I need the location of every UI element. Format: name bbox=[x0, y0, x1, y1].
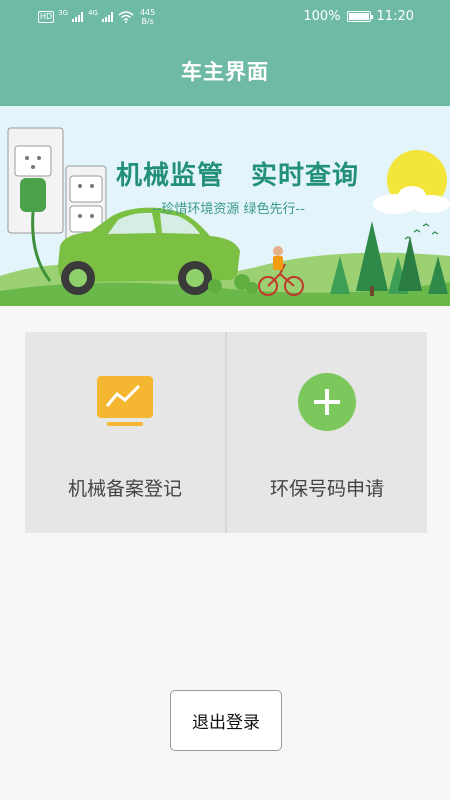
eco-number-application-label: 环保号码申请 bbox=[269, 478, 384, 500]
network-speed-unit: B/s bbox=[141, 17, 154, 26]
network-speed: 445 B/s bbox=[140, 8, 155, 26]
banner-headline: 机械监管 实时查询 bbox=[116, 161, 360, 191]
network-4g-label: 4G bbox=[88, 9, 98, 17]
hd-badge: HD bbox=[38, 11, 55, 23]
battery-icon bbox=[346, 11, 373, 22]
wifi-icon bbox=[118, 11, 134, 23]
status-left: HD 3G 4G 445 B/s bbox=[38, 8, 155, 26]
banner-slogan: --珍惜环境资源 绿色先行-- bbox=[152, 202, 305, 217]
clock-time: 11:20 bbox=[376, 9, 414, 24]
machinery-registration-tile[interactable]: 机械备案登记 bbox=[25, 332, 225, 533]
signal-icon bbox=[101, 12, 113, 22]
page-title: 车主界面 bbox=[181, 60, 269, 84]
app-header: 车主界面 bbox=[0, 36, 450, 106]
menu-grid: 机械备案登记 环保号码申请 bbox=[25, 332, 427, 533]
battery-percent: 100% bbox=[303, 9, 341, 24]
network-speed-value: 445 bbox=[139, 8, 156, 17]
machinery-registration-label: 机械备案登记 bbox=[67, 478, 182, 500]
eco-number-application-tile[interactable]: 环保号码申请 bbox=[227, 332, 427, 533]
chart-board-icon bbox=[97, 376, 153, 426]
status-bar: HD 3G 4G 445 B/s 100% 11:20 bbox=[0, 0, 450, 36]
signal-icon bbox=[72, 12, 84, 22]
logout-button[interactable]: 退出登录 bbox=[170, 690, 282, 751]
network-3g-label: 3G bbox=[58, 9, 69, 17]
battery-fill bbox=[348, 13, 369, 20]
plus-circle-icon bbox=[298, 373, 356, 431]
status-right: 100% 11:20 bbox=[303, 9, 414, 24]
